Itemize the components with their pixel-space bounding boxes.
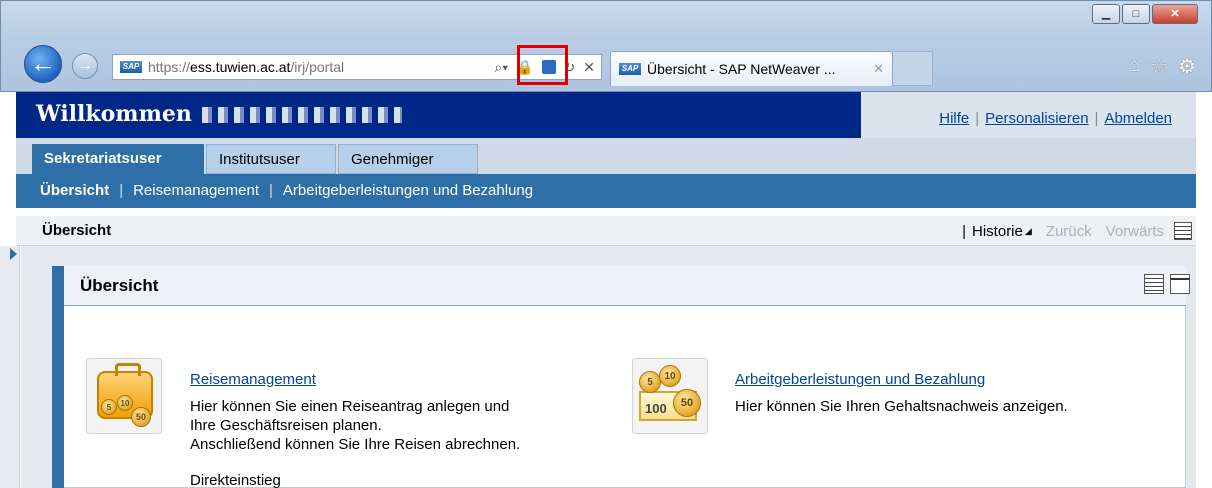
tab-close-icon[interactable]: ✕	[873, 61, 884, 77]
tab-institutsuser[interactable]: Institutsuser	[206, 144, 336, 174]
blurred-username	[201, 107, 402, 123]
page-title: Übersicht	[42, 222, 112, 239]
help-link[interactable]: Hilfe	[939, 110, 969, 127]
header-links: Hilfe | Personalisieren | Abmelden	[939, 110, 1172, 127]
welcome-banner: Willkommen	[16, 92, 861, 138]
favorites-star-icon[interactable]: ☆	[1150, 54, 1168, 79]
tab-title: Übersicht - SAP NetWeaver ...	[647, 61, 836, 77]
sap-favicon-icon: SAP	[619, 63, 641, 75]
detailed-navigation-strip[interactable]	[0, 246, 20, 488]
minimize-icon[interactable]: ▁	[1092, 4, 1120, 24]
sub-navigation: Übersicht | Reisemanagement | Arbeitgeberlei…	[16, 174, 1196, 208]
tab-sekretariatsuser[interactable]: Sekretariatsuser	[32, 144, 204, 174]
payment-coins-icon[interactable]: 100 5 10 50	[632, 358, 708, 434]
history-controls: | Historie ◢ Zurück Vorwärts	[962, 222, 1192, 240]
arbeitgeberleistungen-link[interactable]: Arbeitgeberleistungen und Bezahlung	[735, 371, 985, 388]
history-dropdown[interactable]: Historie	[972, 223, 1023, 240]
logout-link[interactable]: Abmelden	[1104, 110, 1172, 127]
tab-genehmiger[interactable]: Genehmiger	[338, 144, 478, 174]
direkteinstieg-label: Direkteinstieg	[190, 472, 281, 488]
panel-accent	[52, 266, 64, 488]
window-controls: ▁ □ ✕	[1090, 4, 1198, 24]
stop-icon[interactable]: ✕	[583, 59, 595, 76]
page-menu-icon[interactable]	[1174, 222, 1192, 240]
reisemanagement-line-3: Anschließend können Sie Ihre Reisen abre…	[190, 436, 521, 453]
highlight-box	[517, 45, 568, 85]
back-link: Zurück	[1045, 222, 1092, 240]
arbeitgeberleistungen-line-1: Hier können Sie Ihren Gehaltsnachweis an…	[735, 398, 1068, 415]
close-window-icon[interactable]: ✕	[1152, 4, 1198, 24]
panel-minimize-icon[interactable]	[1170, 274, 1190, 294]
subnav-arbeitgeberleistungen[interactable]: Arbeitgeberleistungen und Bezahlung	[283, 182, 533, 199]
maximize-icon[interactable]: □	[1122, 4, 1150, 24]
subnav-reisemanagement[interactable]: Reisemanagement	[133, 182, 259, 199]
reisemanagement-line-1: Hier können Sie einen Reiseantrag anlege…	[190, 398, 510, 415]
settings-gear-icon[interactable]: ⚙	[1178, 54, 1196, 79]
expand-arrow-icon[interactable]	[10, 248, 17, 260]
home-icon[interactable]: ⌂	[1128, 54, 1140, 79]
subnav-uebersicht[interactable]: Übersicht	[40, 182, 109, 199]
browser-tab[interactable]: SAP Übersicht - SAP NetWeaver ... ✕	[610, 51, 893, 86]
back-arrow-icon[interactable]: ←	[24, 45, 62, 83]
url-text: https://ess.tuwien.ac.at/irj/portal	[148, 59, 345, 75]
panel-title: Übersicht	[64, 266, 1186, 306]
personalize-link[interactable]: Personalisieren	[985, 110, 1088, 127]
panel-menu-icon[interactable]	[1144, 274, 1164, 294]
new-tab-button[interactable]	[893, 51, 933, 86]
search-icon[interactable]: ⌕▾	[494, 59, 508, 76]
travel-suitcase-icon[interactable]: 5 10 50	[86, 358, 162, 434]
forward-arrow-icon[interactable]: →	[72, 53, 98, 79]
sap-favicon-icon: SAP	[120, 61, 142, 73]
reisemanagement-line-2: Ihre Geschäftsreisen planen.	[190, 417, 382, 434]
reisemanagement-link[interactable]: Reisemanagement	[190, 371, 316, 388]
welcome-text: Willkommen	[36, 101, 192, 127]
forward-link: Vorwärts	[1105, 222, 1164, 240]
